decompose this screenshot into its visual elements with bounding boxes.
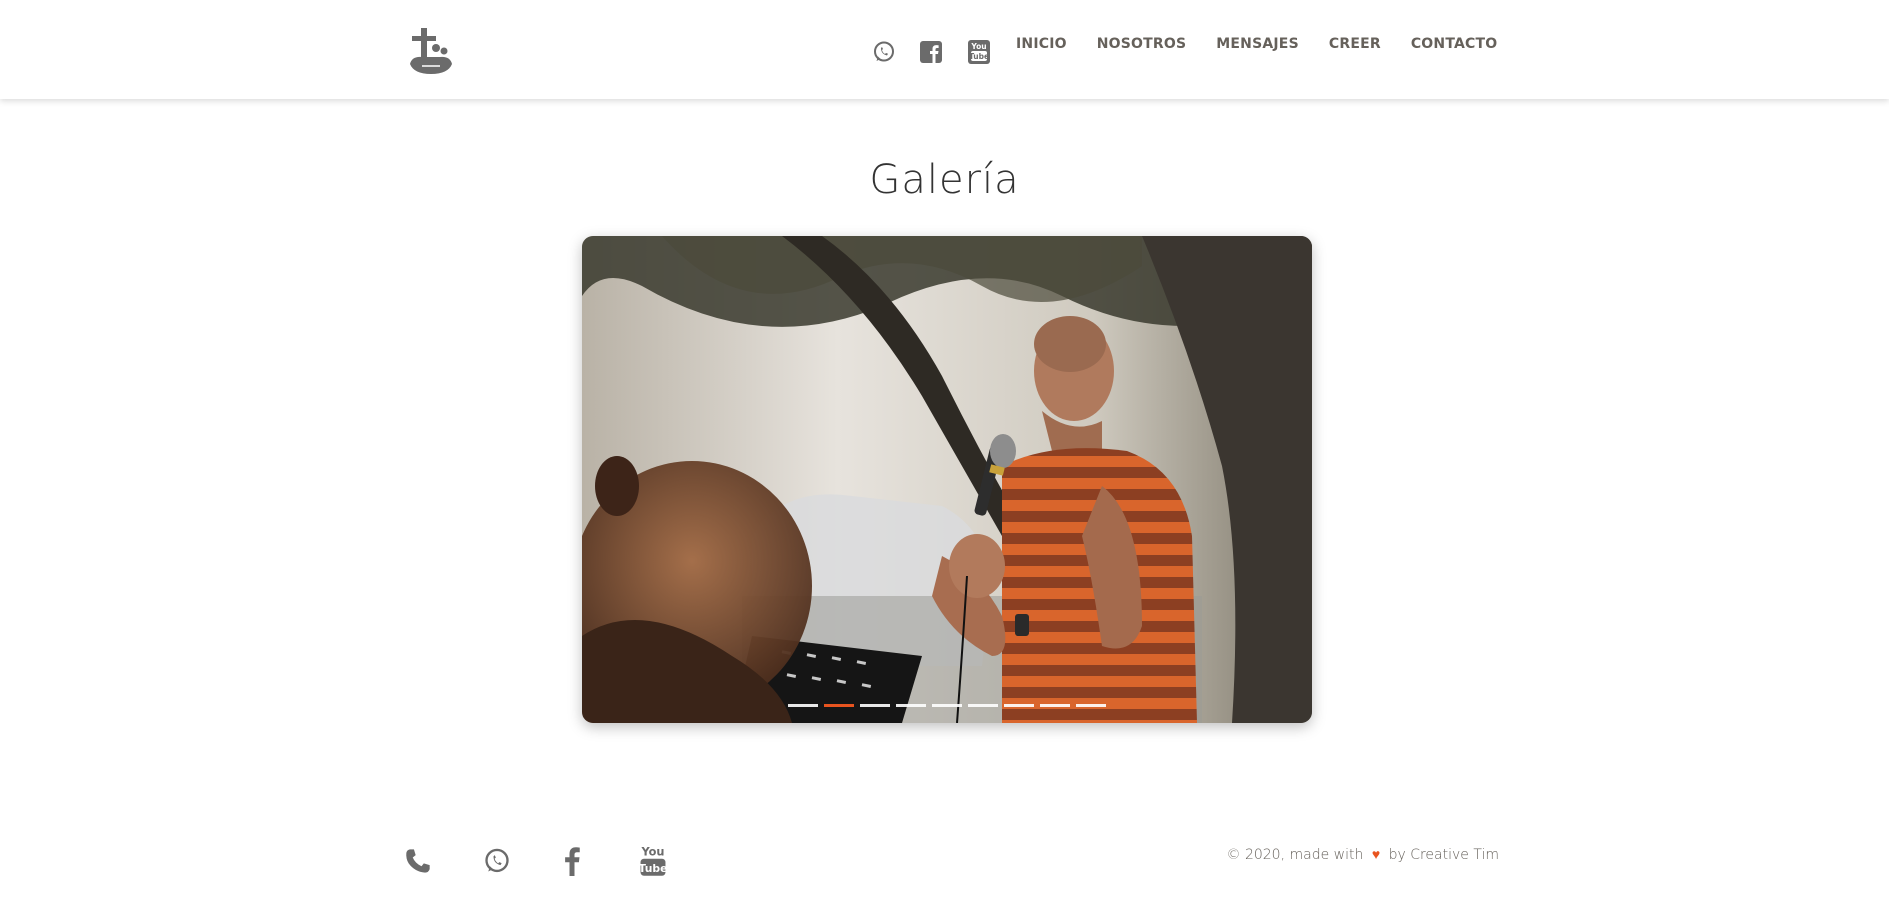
svg-text:Tube: Tube (639, 862, 667, 875)
whatsapp-icon[interactable] (870, 38, 898, 66)
carousel-indicator[interactable] (824, 704, 854, 707)
facebook-icon[interactable] (917, 38, 945, 66)
carousel-indicator[interactable] (932, 704, 962, 707)
brand-logo-icon[interactable] (408, 26, 454, 76)
carousel-slide-image (582, 236, 1312, 723)
main-nav: INICIO NOSOTROS MENSAJES CREER CONTACTO (1016, 36, 1497, 52)
nav-mensajes[interactable]: MENSAJES (1216, 36, 1299, 52)
carousel-indicator[interactable] (788, 704, 818, 707)
facebook-icon[interactable] (556, 845, 588, 877)
svg-text:You: You (640, 844, 664, 858)
whatsapp-icon[interactable] (481, 845, 513, 877)
gallery-carousel[interactable] (582, 236, 1312, 723)
youtube-icon[interactable]: You Tube (637, 844, 669, 877)
nav-inicio[interactable]: INICIO (1016, 36, 1067, 52)
svg-text:Tube: Tube (969, 52, 989, 61)
footer-credits: © 2020, made with ♥ by Creative Tim (1227, 846, 1500, 863)
nav-nosotros[interactable]: NOSOTROS (1097, 36, 1187, 52)
nav-creer[interactable]: CREER (1329, 36, 1381, 52)
carousel-indicator[interactable] (1076, 704, 1106, 707)
carousel-indicator[interactable] (896, 704, 926, 707)
svg-text:You: You (970, 42, 986, 51)
carousel-indicators (582, 704, 1312, 707)
carousel-indicator[interactable] (1004, 704, 1034, 707)
navbar: You Tube INICIO NOSOTROS MENSAJES CREER … (0, 0, 1889, 99)
phone-icon[interactable] (402, 845, 434, 877)
carousel-indicator[interactable] (1040, 704, 1070, 707)
carousel-indicator[interactable] (860, 704, 890, 707)
heart-icon: ♥ (1371, 847, 1381, 863)
carousel-indicator[interactable] (968, 704, 998, 707)
credits-suffix: by Creative Tim (1388, 847, 1499, 863)
page-title: Galería (869, 157, 1020, 203)
credits-prefix: © 2020, made with (1226, 847, 1364, 863)
youtube-icon[interactable]: You Tube (965, 38, 993, 66)
nav-contacto[interactable]: CONTACTO (1411, 36, 1498, 52)
